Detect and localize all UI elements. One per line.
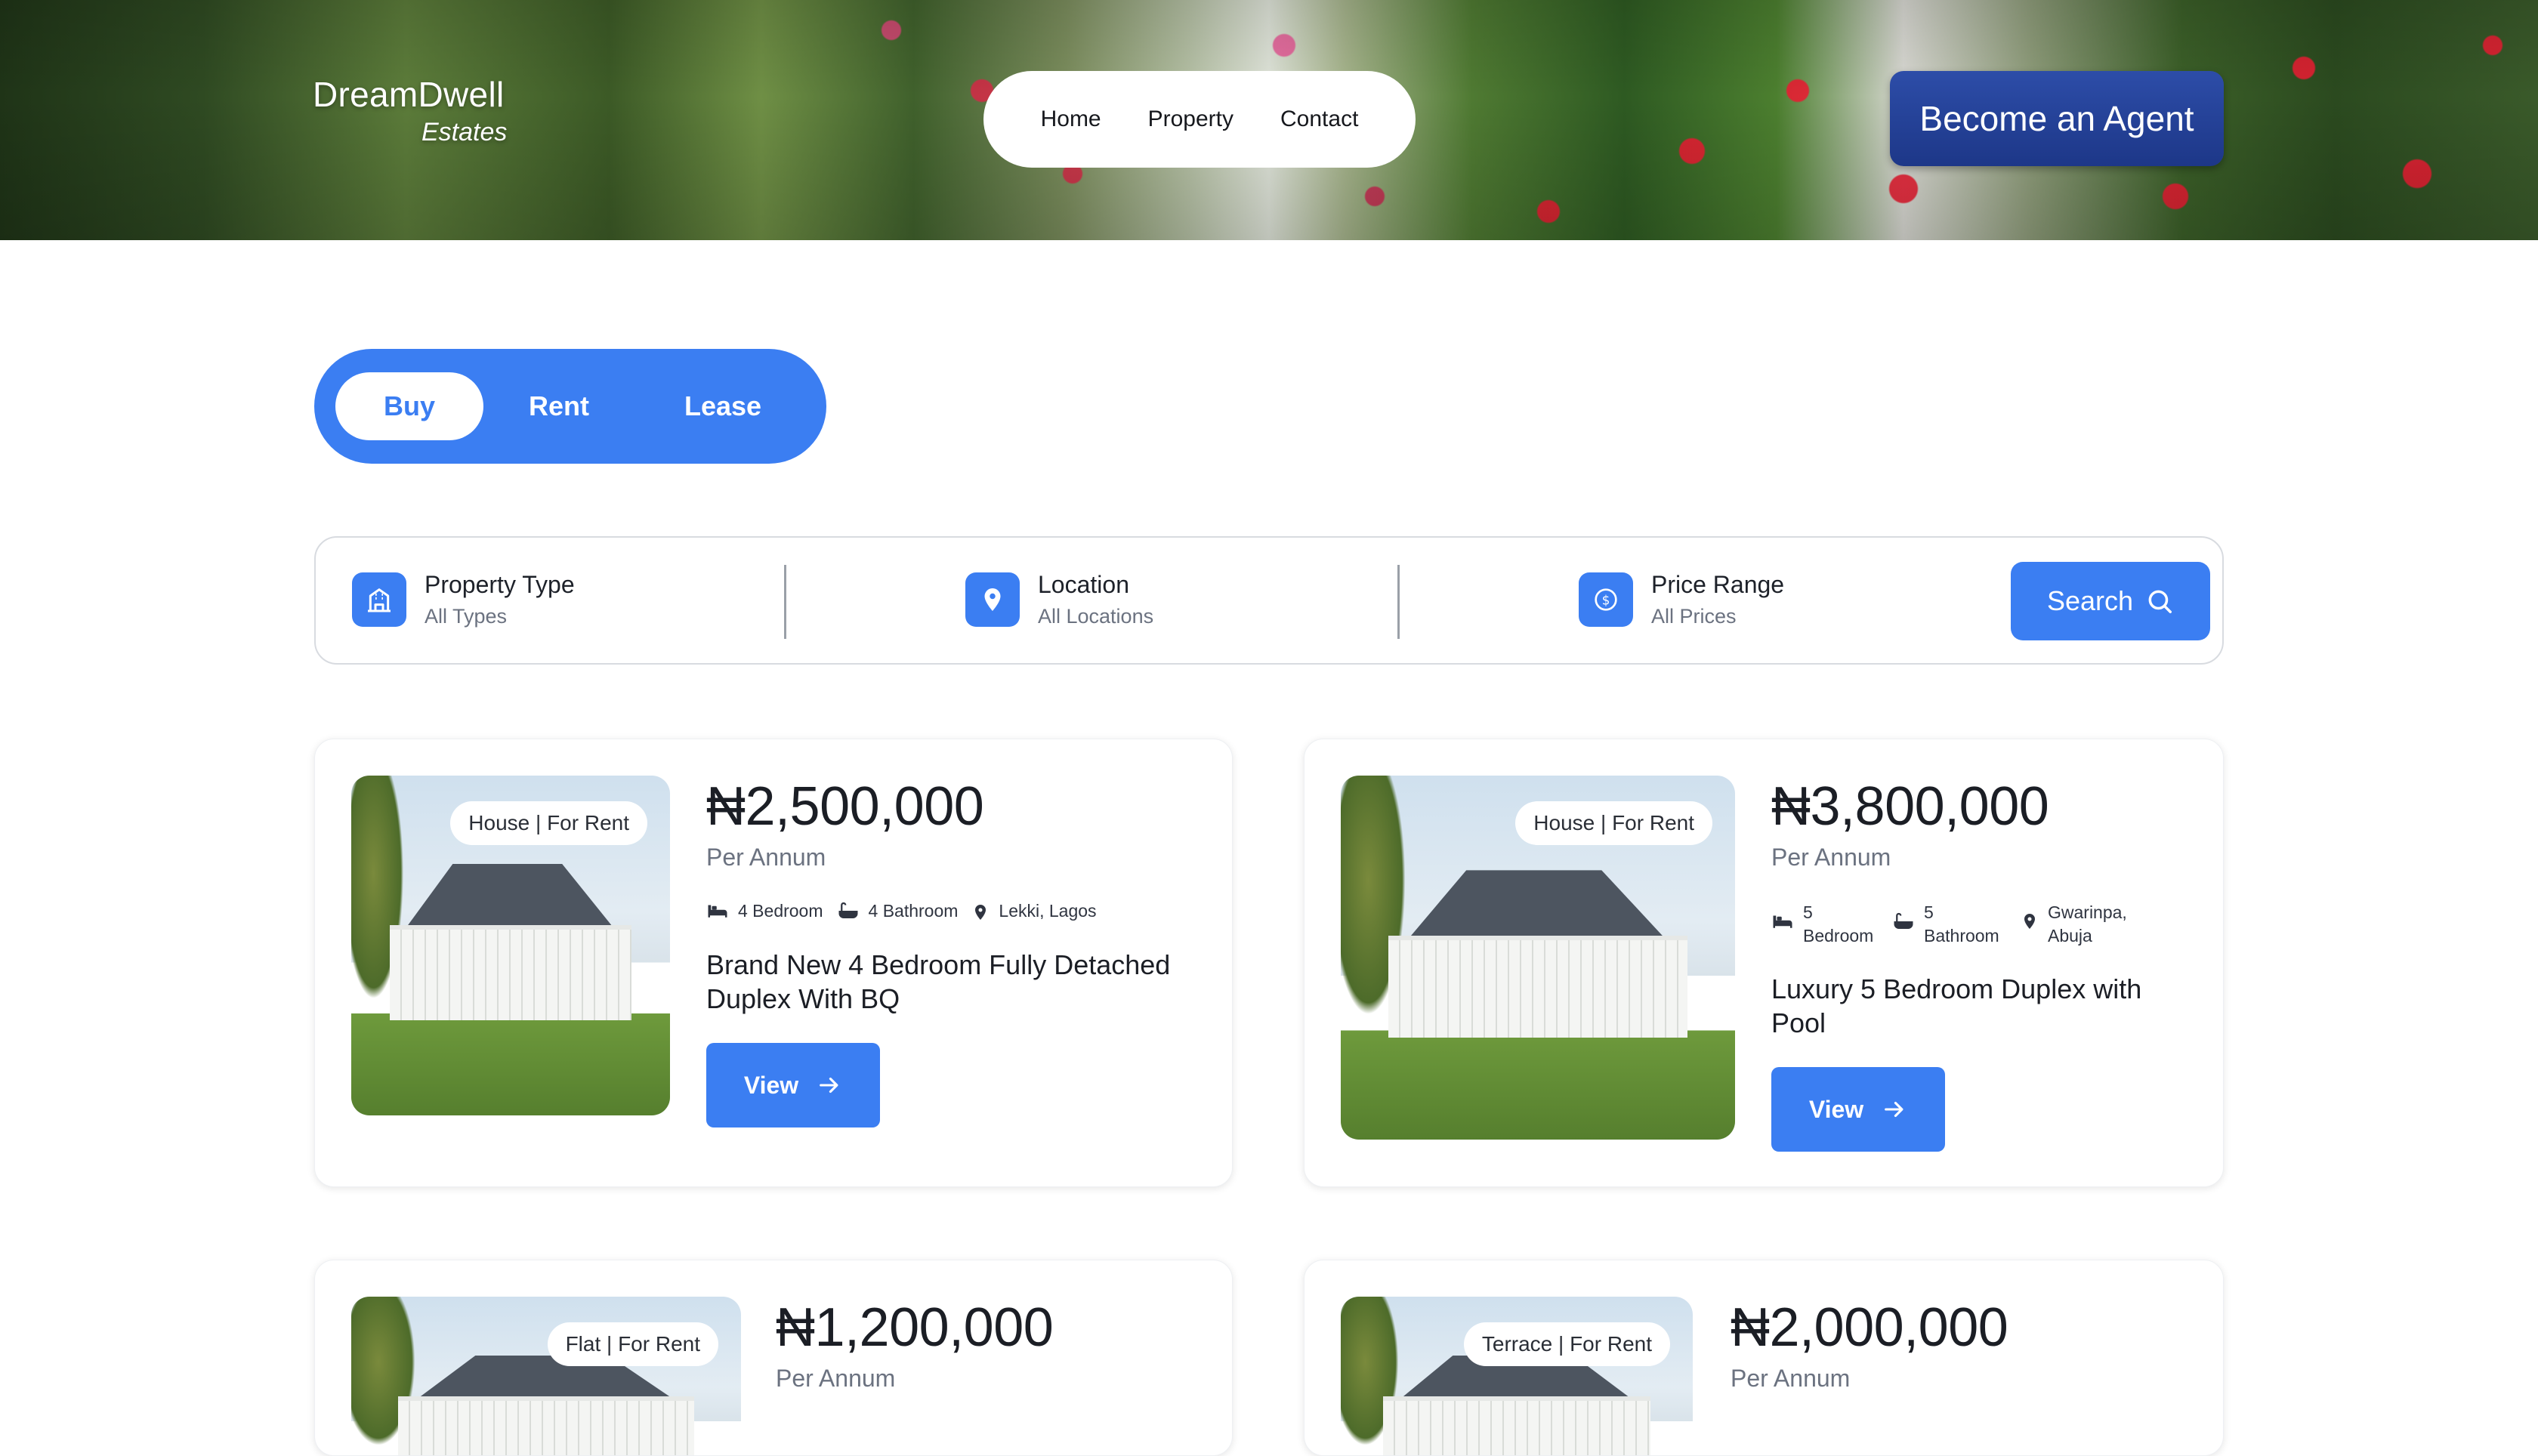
nav-contact-link[interactable]: Contact (1280, 106, 1358, 132)
listing-period: Per Annum (776, 1365, 896, 1392)
property-photo: Flat | For Rent (351, 1297, 741, 1455)
listing-type-badge: House | For Rent (450, 801, 647, 845)
listing-type-badge: Terrace | For Rent (1463, 1322, 1670, 1366)
filter-divider (1397, 565, 1400, 639)
price-range-value: All Prices (1651, 605, 1737, 628)
bed-icon (1773, 915, 1792, 928)
brand-name: DreamDwell (313, 75, 505, 114)
listing-period: Per Annum (706, 844, 826, 871)
view-button-label: View (743, 1071, 799, 1099)
property-photo: Terrace | For Rent (1341, 1297, 1693, 1455)
property-type-label: Property Type (425, 571, 575, 598)
bathtub-icon (1894, 912, 1913, 929)
listing-title: Brand New 4 Bedroom Fully Detached Duple… (706, 949, 1171, 1014)
listing-card[interactable]: Terrace | For Rent ₦2,000,000 Per Annum (1304, 1260, 2224, 1456)
location-value: All Locations (1038, 605, 1154, 628)
brand-logo[interactable]: DreamDwell Estates (313, 74, 507, 147)
location-pin-icon (2024, 914, 2035, 929)
listing-card[interactable]: Flat | For Rent ₦1,200,000 Per Annum (314, 1260, 1233, 1456)
listing-type-badge: Flat | For Rent (547, 1322, 718, 1366)
listing-period: Per Annum (1731, 1365, 1851, 1392)
search-button-label: Search (2046, 585, 2134, 616)
view-listing-button[interactable]: View (706, 1043, 880, 1127)
bedroom-count: 4 Bedroom (738, 901, 823, 921)
location-pin-icon (975, 905, 986, 920)
listing-card[interactable]: House | For Rent ₦2,500,000 Per Annum 4 … (314, 739, 1233, 1187)
listing-period: Per Annum (1771, 844, 1891, 871)
arrow-right-icon (1885, 1101, 1904, 1118)
tab-rent[interactable]: Rent (529, 390, 589, 422)
tab-lease[interactable]: Lease (684, 390, 761, 422)
become-agent-button[interactable]: Become an Agent (1890, 71, 2224, 166)
listing-price: ₦1,200,000 (776, 1297, 1054, 1358)
view-button-label: View (1808, 1095, 1864, 1123)
listing-price: ₦3,800,000 (1771, 776, 2049, 837)
listing-meta: 5 Bedroom 5 Bathroom Gwarinpa, Abuja (1771, 901, 2138, 948)
bathroom-count: 4 Bathroom (868, 901, 959, 921)
hero-banner: DreamDwell Estates Home Property Contact… (0, 0, 2538, 240)
property-type-value: All Types (425, 605, 508, 628)
search-button[interactable]: Search (2011, 562, 2210, 640)
bathtub-icon (838, 902, 858, 918)
filter-divider (784, 565, 786, 639)
nav-home-link[interactable]: Home (1041, 106, 1101, 132)
property-photo: House | For Rent (351, 776, 670, 1115)
listing-type-badge: House | For Rent (1515, 801, 1712, 845)
property-type-filter[interactable]: Property Type All Types (352, 571, 575, 628)
main-nav: Home Property Contact (983, 71, 1416, 168)
tab-buy[interactable]: Buy (335, 372, 483, 440)
location-pin-icon (965, 572, 1020, 627)
brand-subtitle: Estates (421, 118, 508, 147)
property-search-bar: Property Type All Types Location All Loc… (314, 536, 2224, 665)
bedroom-count: 5 Bedroom (1803, 902, 1874, 945)
price-range-filter[interactable]: $ Price Range All Prices (1579, 571, 1784, 628)
listing-location: Gwarinpa, Abuja (2048, 902, 2127, 945)
location-label: Location (1038, 571, 1129, 598)
price-range-label: Price Range (1651, 571, 1785, 598)
listing-type-tabs: Buy Rent Lease (314, 349, 826, 464)
property-photo: House | For Rent (1341, 776, 1735, 1140)
building-icon (352, 572, 406, 627)
view-listing-button[interactable]: View (1771, 1067, 1945, 1152)
arrow-right-icon (820, 1077, 838, 1094)
listing-price: ₦2,500,000 (706, 776, 984, 837)
coin-icon: $ (1579, 572, 1633, 627)
listing-location: Lekki, Lagos (999, 901, 1097, 921)
listing-price: ₦2,000,000 (1731, 1297, 2008, 1358)
listing-title: Luxury 5 Bedroom Duplex with Pool (1771, 973, 2142, 1038)
nav-property-link[interactable]: Property (1148, 106, 1233, 132)
svg-text:$: $ (1602, 594, 1610, 608)
listing-meta: 4 Bedroom 4 Bathroom Lekki, Lagos (706, 901, 1097, 924)
bathroom-count: 5 Bathroom (1924, 902, 1999, 945)
bed-icon (708, 905, 727, 918)
location-filter[interactable]: Location All Locations (965, 571, 1153, 628)
search-icon (2148, 590, 2172, 613)
listing-card[interactable]: House | For Rent ₦3,800,000 Per Annum 5 … (1304, 739, 2224, 1187)
